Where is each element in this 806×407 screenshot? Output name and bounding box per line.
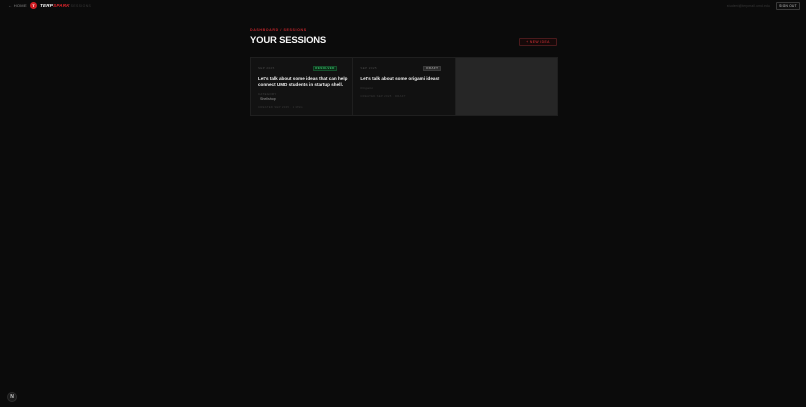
- session-title: Let's talk about some origami ideas!: [360, 76, 440, 81]
- category-label: Origami: [360, 86, 373, 90]
- new-idea-button[interactable]: + NEW IDEA: [519, 38, 557, 46]
- sessions-grid: SEP 2025 RESOLVED Let's talk about some …: [250, 57, 558, 116]
- page-title: YOUR SESSIONS: [250, 35, 327, 46]
- status-badge: DRAFT: [423, 65, 442, 71]
- help-icon[interactable]: N: [7, 392, 17, 402]
- category-label: CATEGORY: [258, 92, 277, 96]
- brand-part-1: TERP: [40, 3, 54, 8]
- session-title: Let's talk about some ideas that can hel…: [258, 76, 348, 87]
- home-link[interactable]: ← HOME: [8, 3, 27, 8]
- session-card[interactable]: SEP 2025 RESOLVED Let's talk about some …: [251, 58, 354, 115]
- category-value: Shellshop: [260, 96, 276, 101]
- session-meta: CREATED SEP 2025 · DRAFT: [360, 94, 406, 98]
- logo-icon[interactable]: T: [30, 2, 37, 9]
- session-card[interactable]: SEP 2025 DRAFT Let's talk about some ori…: [353, 58, 456, 115]
- top-bar: ← HOME T TERPSPARK / SESSIONS student@te…: [0, 0, 806, 13]
- brand-subtitle: / SESSIONS: [68, 3, 92, 8]
- session-date: SEP 2025: [360, 66, 377, 70]
- breadcrumb: DASHBOARD / SESSIONS: [250, 28, 307, 32]
- session-meta: CREATED SEP 2025 · 1 MSG: [258, 105, 303, 109]
- brand-logo[interactable]: TERPSPARK: [40, 3, 70, 8]
- empty-card-slot: [455, 58, 557, 115]
- session-date: SEP 2025: [258, 66, 275, 70]
- status-badge: RESOLVED: [313, 65, 337, 71]
- user-email: student@terpmail.umd.edu: [726, 4, 770, 8]
- sign-out-button[interactable]: SIGN OUT: [776, 2, 800, 10]
